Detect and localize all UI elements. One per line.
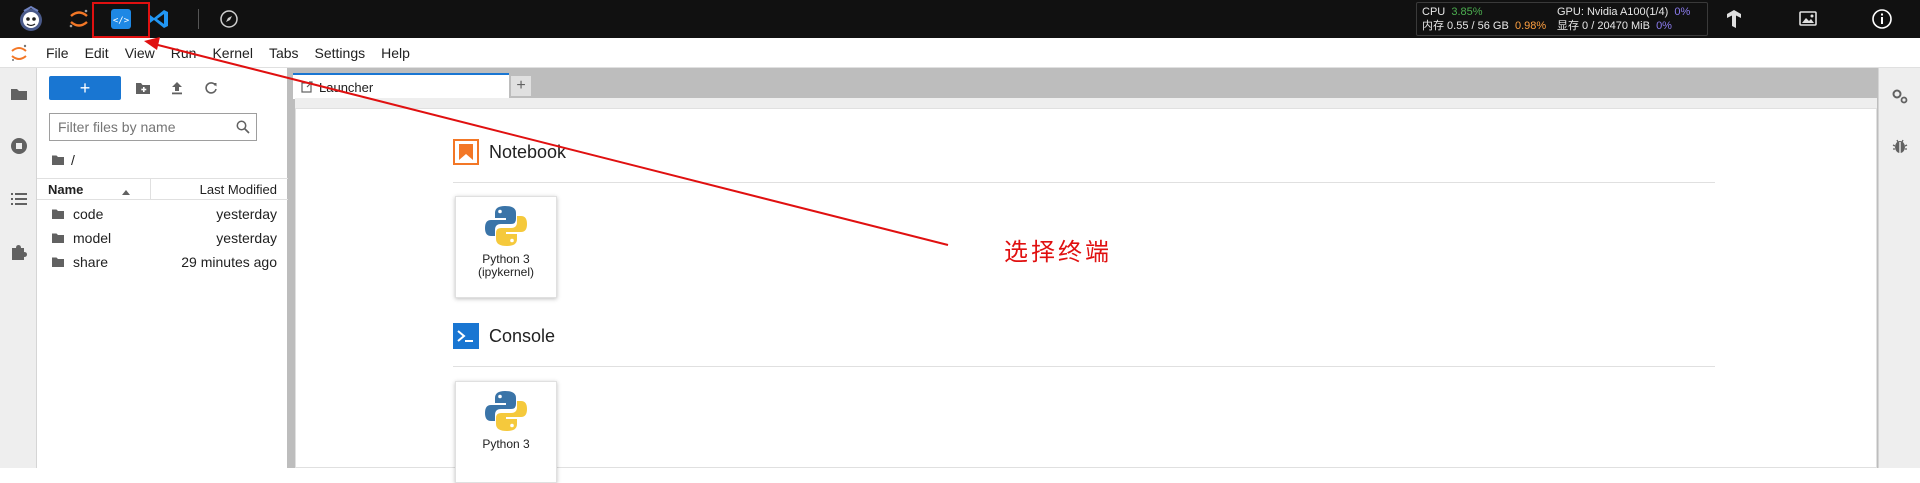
menu-view[interactable]: View bbox=[117, 38, 163, 68]
extensions-puzzle-icon[interactable] bbox=[0, 234, 37, 270]
python-logo-icon bbox=[485, 391, 527, 431]
new-launcher-button[interactable]: + bbox=[49, 76, 121, 100]
notebook-icon bbox=[453, 139, 479, 165]
memory-label: 内存 0.55 / 56 GB bbox=[1422, 20, 1509, 32]
cpu-label: CPU bbox=[1422, 6, 1446, 18]
launcher-content: Notebook Python 3 (ipykernel) Console Py… bbox=[295, 108, 1877, 483]
column-divider bbox=[150, 179, 151, 199]
folder-icon bbox=[52, 209, 64, 219]
tab-launcher-label: Launcher bbox=[319, 79, 374, 95]
notebook-section-label: Notebook bbox=[489, 141, 567, 162]
menu-bar: File Edit View Run Kernel Tabs Settings … bbox=[0, 38, 1920, 68]
file-list-header: Name Last Modified bbox=[37, 178, 288, 200]
menu-file[interactable]: File bbox=[38, 38, 77, 68]
main-dock-area: Launcher + Notebook Python 3 (ipykernel)… bbox=[288, 68, 1878, 483]
file-name: model bbox=[73, 230, 112, 246]
memory-value: 0.98% bbox=[1514, 20, 1547, 32]
menu-edit[interactable]: Edit bbox=[77, 38, 117, 68]
file-modified: yesterday bbox=[216, 230, 277, 246]
file-list: code yesterday model yesterday share 29 … bbox=[37, 202, 288, 274]
file-list-item[interactable]: model yesterday bbox=[37, 226, 288, 250]
table-of-contents-icon[interactable] bbox=[0, 181, 37, 217]
compass-icon[interactable] bbox=[206, 0, 252, 38]
annotation-text: 选择终端 bbox=[1004, 238, 1112, 266]
sort-caret-up-icon[interactable] bbox=[121, 184, 131, 199]
vram-label: 显存 0 / 20470 MiB bbox=[1557, 20, 1650, 32]
menu-kernel[interactable]: Kernel bbox=[204, 38, 260, 68]
new-folder-icon[interactable] bbox=[129, 76, 157, 100]
card-label: Python 3 (ipykernel) bbox=[478, 253, 534, 279]
file-list-item[interactable]: code yesterday bbox=[37, 202, 288, 226]
folder-icon bbox=[52, 233, 64, 243]
file-name: share bbox=[73, 254, 109, 270]
tab-launcher[interactable]: Launcher bbox=[293, 73, 509, 99]
search-icon bbox=[236, 120, 250, 137]
cpu-value: 3.85% bbox=[1451, 6, 1483, 18]
column-name-header[interactable]: Name bbox=[48, 182, 83, 197]
breadcrumb-root[interactable]: / bbox=[71, 152, 75, 168]
console-section-title: Console bbox=[453, 323, 555, 349]
launcher-panel: Notebook Python 3 (ipykernel) Console Py… bbox=[295, 98, 1877, 483]
section-divider bbox=[453, 366, 1715, 367]
right-sidebar-tabs bbox=[1878, 68, 1920, 468]
card-label-line2: (ipykernel) bbox=[477, 265, 534, 279]
file-browser-toolbar: + bbox=[37, 68, 288, 108]
card-label-line1: Python 3 bbox=[482, 437, 530, 451]
breadcrumb[interactable]: / bbox=[51, 150, 75, 170]
robot-logo-icon[interactable] bbox=[8, 0, 54, 38]
folder-icon bbox=[52, 155, 64, 165]
card-label: Python 3 bbox=[482, 438, 529, 451]
file-modified: yesterday bbox=[216, 206, 277, 222]
toolbar-divider bbox=[198, 9, 199, 29]
notebook-section-title: Notebook bbox=[453, 139, 566, 165]
folder-icon bbox=[52, 257, 64, 267]
menu-run[interactable]: Run bbox=[163, 38, 205, 68]
section-divider bbox=[453, 182, 1715, 183]
image-settings-icon[interactable] bbox=[1788, 0, 1828, 38]
file-list-item[interactable]: share 29 minutes ago bbox=[37, 250, 288, 274]
gpu-label: GPU: Nvidia A100(1/4) bbox=[1557, 6, 1669, 18]
resource-monitor: CPU 3.85% GPU: Nvidia A100(1/4) 0% 内存 0.… bbox=[1416, 2, 1708, 36]
left-sidebar-tabs bbox=[0, 68, 37, 468]
top-app-bar: </> CPU 3.85% GPU: Nvidia A100(1/4) 0% 内… bbox=[0, 0, 1920, 38]
file-browser-panel: + / Name Last Modified code yesterda bbox=[37, 68, 288, 468]
console-section-label: Console bbox=[489, 325, 556, 346]
gpu-value: 0% bbox=[1674, 6, 1691, 18]
annotation-highlight-box bbox=[92, 2, 150, 38]
file-filter-input[interactable] bbox=[58, 119, 228, 135]
info-icon[interactable] bbox=[1862, 0, 1902, 38]
launcher-tab-icon bbox=[301, 81, 313, 93]
python-logo-icon bbox=[485, 206, 527, 246]
upload-icon[interactable] bbox=[163, 76, 191, 100]
file-modified: 29 minutes ago bbox=[181, 254, 277, 270]
column-modified-header[interactable]: Last Modified bbox=[200, 182, 277, 197]
jupyter-logo-icon bbox=[0, 38, 38, 68]
property-inspector-gears-icon[interactable] bbox=[1879, 78, 1920, 114]
menu-tabs[interactable]: Tabs bbox=[261, 38, 307, 68]
vram-value: 0% bbox=[1656, 20, 1672, 32]
console-icon bbox=[453, 323, 479, 349]
python3-notebook-card[interactable]: Python 3 (ipykernel) bbox=[455, 196, 557, 298]
menu-help[interactable]: Help bbox=[373, 38, 418, 68]
tensorflow-icon[interactable] bbox=[1714, 0, 1754, 38]
running-kernels-icon[interactable] bbox=[0, 128, 37, 164]
file-filter-field[interactable] bbox=[49, 113, 257, 141]
refresh-icon[interactable] bbox=[197, 76, 225, 100]
add-tab-button[interactable]: + bbox=[510, 75, 532, 97]
file-name: code bbox=[73, 206, 104, 222]
folder-tab-icon[interactable] bbox=[0, 76, 37, 112]
menu-settings[interactable]: Settings bbox=[307, 38, 374, 68]
debugger-bug-icon[interactable] bbox=[1879, 128, 1920, 164]
